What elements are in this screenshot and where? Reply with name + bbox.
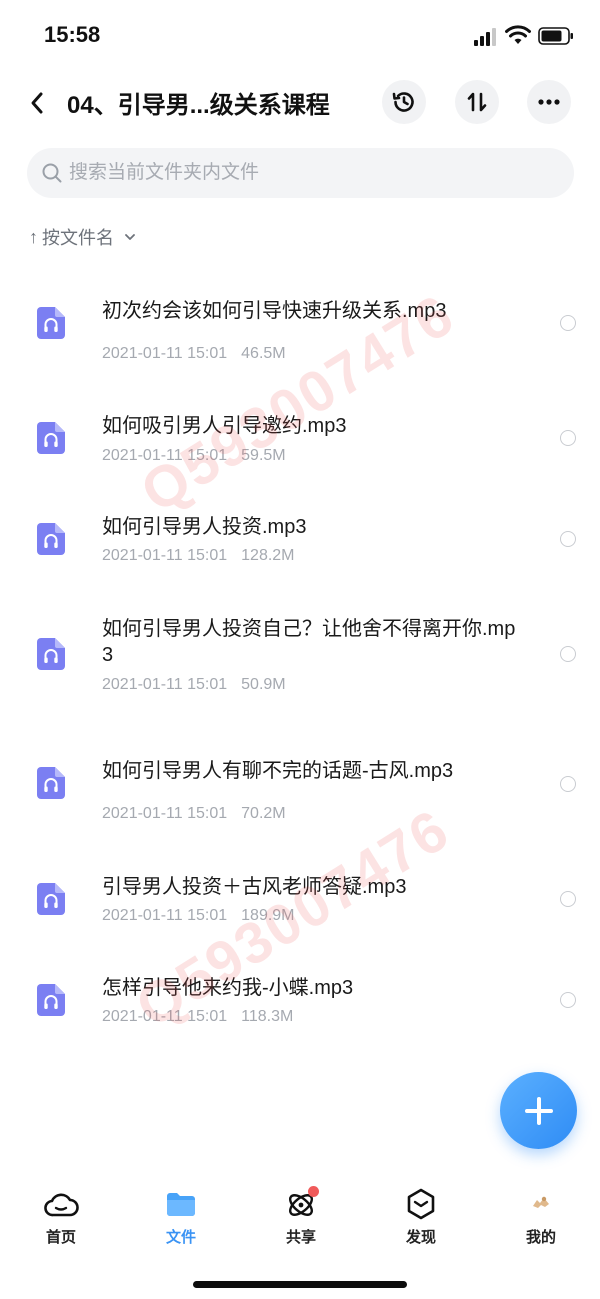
search-bar[interactable]	[27, 148, 574, 198]
file-row[interactable]: 怎样引导他来约我-小蝶.mp3 2021-01-11 15:01 118.3M	[0, 967, 600, 1037]
file-size: 46.5M	[241, 345, 286, 362]
file-size: 118.3M	[241, 1008, 294, 1025]
select-checkbox[interactable]	[560, 891, 576, 907]
sort-button[interactable]	[455, 80, 499, 124]
history-button[interactable]	[382, 80, 426, 124]
discover-cube-icon	[403, 1186, 439, 1222]
navigation-header: 04、引导男...级关系课程	[0, 70, 600, 136]
file-row[interactable]: 如何引导男人有聊不完的话题-古风.mp3 2021-01-11 15:01 70.…	[0, 750, 600, 830]
audio-file-icon	[37, 767, 65, 799]
more-options-button[interactable]	[527, 80, 571, 124]
notification-badge	[308, 1186, 319, 1197]
file-name: 初次约会该如何引导快速升级关系.mp3	[102, 300, 447, 322]
bottom-tab-bar: 首页 文件 共享 发现 我的	[0, 1180, 600, 1250]
cloud-icon	[43, 1186, 79, 1222]
file-date: 2021-01-11 15:01	[102, 907, 228, 924]
audio-file-icon	[37, 422, 65, 454]
file-row[interactable]: 引导男人投资＋古风老师答疑.mp3 2021-01-11 15:01 189.9M	[0, 866, 600, 936]
file-meta: 2021-01-11 15:01 59.5M	[102, 447, 286, 465]
status-time: 15:58	[44, 22, 101, 47]
select-checkbox[interactable]	[560, 776, 576, 792]
file-date: 2021-01-11 15:01	[102, 676, 228, 693]
file-name: 引导男人投资＋古风老师答疑.mp3	[102, 876, 407, 898]
sort-direction-arrow: ↑	[29, 226, 38, 247]
file-row[interactable]: 如何引导男人投资.mp3 2021-01-11 15:01 128.2M	[0, 506, 600, 576]
file-meta: 2021-01-11 15:01 46.5M	[102, 345, 286, 363]
select-checkbox[interactable]	[560, 992, 576, 1008]
file-name: 如何引导男人有聊不完的话题-古风.mp3	[102, 760, 454, 782]
file-row[interactable]: 初次约会该如何引导快速升级关系.mp3 2021-01-11 15:01 46.5…	[0, 290, 600, 370]
file-meta: 2021-01-11 15:01 50.9M	[102, 676, 286, 694]
sort-label: 按文件名	[42, 228, 114, 248]
tab-label: 发现	[405, 1229, 436, 1246]
tab-files[interactable]: 文件	[131, 1180, 231, 1250]
tab-me[interactable]: 我的	[491, 1180, 591, 1250]
chevron-down-icon	[125, 234, 135, 240]
back-button[interactable]	[20, 86, 54, 120]
file-meta: 2021-01-11 15:01 128.2M	[102, 547, 295, 565]
tab-label: 文件	[165, 1229, 196, 1246]
folder-icon	[163, 1186, 199, 1222]
history-icon	[392, 92, 414, 112]
file-meta: 2021-01-11 15:01 70.2M	[102, 805, 286, 823]
more-dots-icon	[538, 99, 560, 105]
status-bar: 15:58	[0, 0, 600, 70]
search-icon	[42, 163, 62, 183]
audio-file-icon	[37, 523, 65, 555]
chevron-left-icon	[31, 92, 43, 114]
file-date: 2021-01-11 15:01	[102, 447, 228, 464]
audio-file-icon	[37, 883, 65, 915]
file-size: 59.5M	[241, 447, 286, 464]
file-size: 50.9M	[241, 676, 286, 693]
audio-file-icon	[37, 984, 65, 1016]
sort-by-name-selector[interactable]: ↑ 按文件名	[29, 224, 136, 250]
add-button[interactable]	[500, 1072, 577, 1149]
select-checkbox[interactable]	[560, 646, 576, 662]
select-checkbox[interactable]	[560, 430, 576, 446]
folder-title: 04、引导男...级关系课程	[67, 92, 330, 119]
wifi-icon	[505, 25, 531, 44]
home-indicator	[193, 1281, 407, 1288]
battery-icon	[538, 27, 573, 45]
tab-home[interactable]: 首页	[11, 1180, 111, 1250]
tab-label: 我的	[525, 1229, 556, 1246]
tab-share[interactable]: 共享	[251, 1180, 351, 1250]
select-checkbox[interactable]	[560, 531, 576, 547]
file-date: 2021-01-11 15:01	[102, 805, 228, 822]
file-date: 2021-01-11 15:01	[102, 547, 228, 564]
tab-discover[interactable]: 发现	[371, 1180, 471, 1250]
select-checkbox[interactable]	[560, 315, 576, 331]
audio-file-icon	[37, 307, 65, 339]
file-date: 2021-01-11 15:01	[102, 1008, 228, 1025]
file-meta: 2021-01-11 15:01 118.3M	[102, 1008, 293, 1026]
sort-arrows-icon	[467, 92, 487, 112]
file-name: 如何吸引男人引导邀约.mp3	[102, 415, 347, 437]
file-meta: 2021-01-11 15:01 189.9M	[102, 907, 295, 925]
tab-label: 首页	[45, 1229, 76, 1246]
audio-file-icon	[37, 638, 65, 670]
file-size: 189.9M	[241, 907, 295, 924]
cellular-signal-icon	[474, 28, 496, 46]
file-name: 如何引导男人投资自己？让他舍不得离开你.mp3	[102, 618, 516, 666]
file-row[interactable]: 如何吸引男人引导邀约.mp3 2021-01-11 15:01 59.5M	[0, 405, 600, 475]
tab-label: 共享	[285, 1229, 316, 1246]
plus-icon	[524, 1096, 553, 1125]
avatar-icon	[523, 1186, 559, 1222]
file-size: 128.2M	[241, 547, 295, 564]
file-row[interactable]: 如何引导男人投资自己？让他舍不得离开你.mp3 2021-01-11 15:01…	[0, 606, 600, 706]
search-input[interactable]	[69, 162, 549, 184]
file-date: 2021-01-11 15:01	[102, 345, 228, 362]
file-name: 怎样引导他来约我-小蝶.mp3	[102, 977, 354, 999]
file-name: 如何引导男人投资.mp3	[102, 516, 307, 538]
file-size: 70.2M	[241, 805, 286, 822]
share-orbit-icon	[283, 1186, 319, 1222]
